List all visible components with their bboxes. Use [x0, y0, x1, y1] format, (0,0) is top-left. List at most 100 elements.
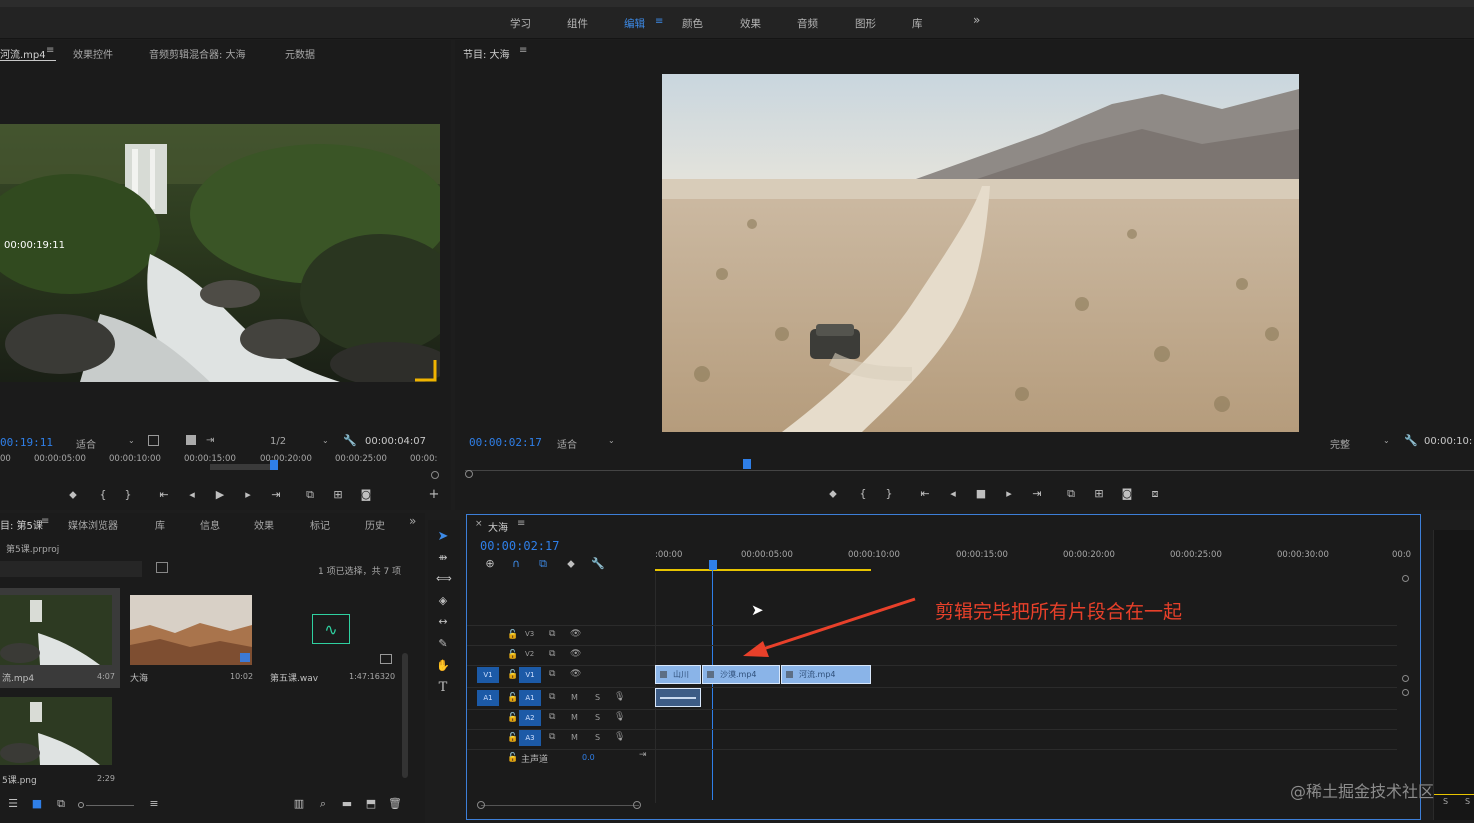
program-title[interactable]: 节目: 大海 — [463, 46, 510, 61]
solo-button[interactable]: S — [1443, 797, 1448, 806]
sync-lock-icon[interactable]: ⧉ — [549, 669, 555, 679]
razor-tool-icon[interactable]: ◈ — [436, 594, 450, 608]
project-item-sea-sequence[interactable]: 大海 10:02 — [128, 594, 254, 688]
microphone-icon[interactable]: 🎙 — [614, 712, 625, 722]
tab-menu-icon[interactable]: ≡ — [41, 516, 49, 527]
tab-effects[interactable]: 效果 — [254, 517, 274, 532]
trash-icon[interactable]: 🗑 — [388, 797, 402, 811]
lock-icon[interactable]: 🔓 — [507, 753, 518, 763]
tab-libraries[interactable]: 库 — [155, 517, 165, 532]
lock-icon[interactable]: 🔓 — [507, 733, 518, 743]
new-bin-from-search-icon[interactable] — [156, 562, 168, 573]
sync-lock-icon[interactable]: ⧉ — [549, 629, 555, 639]
mute-button[interactable]: M — [571, 713, 578, 722]
microphone-icon[interactable]: 🎙 — [614, 692, 625, 702]
tab-markers[interactable]: 标记 — [310, 517, 330, 532]
extract-icon[interactable]: ⊞ — [1092, 487, 1106, 501]
workspace-assembly[interactable]: 组件 — [567, 16, 588, 31]
zoom-handle[interactable] — [477, 801, 485, 809]
chevron-down-icon[interactable]: ⌄ — [608, 436, 615, 445]
program-video-frame[interactable] — [662, 74, 1299, 432]
insert-icon[interactable]: ⇥ — [206, 435, 214, 446]
tab-effect-controls[interactable]: 效果控件 — [73, 46, 113, 61]
clip-audio[interactable] — [655, 688, 701, 707]
zoom-slider-handle[interactable] — [78, 802, 84, 808]
zoom-handle[interactable] — [633, 801, 641, 809]
solo-button[interactable]: S — [595, 693, 600, 702]
lock-icon[interactable]: 🔓 — [507, 630, 518, 640]
workspace-color[interactable]: 颜色 — [682, 16, 703, 31]
tab-history[interactable]: 历史 — [365, 517, 385, 532]
list-view-icon[interactable]: ☰ — [6, 797, 20, 811]
export-frame-icon[interactable]: ◙ — [359, 488, 373, 502]
mark-in-icon[interactable]: { — [856, 487, 870, 501]
comparison-view-icon[interactable]: ⧈ — [1148, 487, 1162, 501]
icon-view-icon[interactable]: ■ — [30, 797, 44, 811]
tab-project[interactable]: 目: 第5课 — [0, 517, 43, 532]
project-item-river[interactable]: 流.mp4 4:07 — [0, 588, 120, 688]
add-marker-icon[interactable]: ⬥ — [826, 487, 840, 501]
more-tabs-icon[interactable]: » — [409, 514, 416, 528]
sync-lock-icon[interactable]: ⧉ — [549, 649, 555, 659]
export-frame-icon[interactable]: ◙ — [1120, 487, 1134, 501]
step-forward-icon[interactable]: ▸ — [241, 488, 255, 502]
play-icon[interactable]: ▶ — [213, 488, 227, 502]
workspace-libraries[interactable]: 库 — [912, 16, 923, 31]
lock-icon[interactable]: 🔓 — [507, 650, 518, 660]
workspace-menu-icon[interactable]: ≡ — [655, 16, 663, 27]
safe-margins-icon[interactable] — [148, 435, 159, 446]
selection-tool-icon[interactable]: ➤ — [436, 530, 450, 544]
mute-button[interactable]: M — [571, 693, 578, 702]
ripple-edit-tool-icon[interactable]: ⟺ — [436, 572, 452, 586]
lock-icon[interactable]: 🔓 — [507, 693, 518, 703]
add-marker-icon[interactable]: ⬥ — [564, 557, 578, 571]
wrench-icon[interactable]: 🔧 — [1404, 434, 1418, 447]
marker-icon[interactable] — [186, 435, 196, 445]
workspace-graphics[interactable]: 图形 — [855, 16, 876, 31]
mark-out-icon[interactable]: } — [121, 488, 135, 502]
lift-icon[interactable]: ⧉ — [1064, 487, 1078, 501]
sequence-tab[interactable]: 大海 — [488, 519, 508, 534]
tab-media-browser[interactable]: 媒体浏览器 — [68, 517, 118, 532]
chevron-down-icon[interactable]: ⌄ — [1383, 436, 1390, 445]
more-workspaces-icon[interactable]: » — [973, 13, 980, 27]
project-item-png[interactable]: 5课.png 2:29 — [0, 697, 120, 787]
clip-mountain[interactable]: 山川 — [655, 665, 701, 684]
track-target-a1[interactable]: A1 — [519, 690, 541, 706]
mark-in-icon[interactable]: { — [96, 488, 110, 502]
scroll-handle[interactable] — [1402, 575, 1409, 582]
workspace-audio[interactable]: 音频 — [797, 16, 818, 31]
solo-button[interactable]: S — [1465, 797, 1470, 806]
eye-icon[interactable]: 👁 — [570, 629, 581, 639]
zoom-handle[interactable] — [465, 470, 473, 478]
workspace-editing[interactable]: 编辑 — [624, 16, 645, 31]
zoom-handle[interactable] — [431, 471, 439, 479]
source-time-ruler[interactable]: 00 00:00:05:00 00:00:10:00 00:00:15:00 0… — [0, 452, 440, 472]
chevron-down-icon[interactable]: ⌄ — [128, 436, 135, 445]
new-item-icon[interactable]: ⬒ — [364, 797, 378, 811]
program-timecode[interactable]: 00:00:02:17 — [469, 436, 542, 449]
track-select-tool-icon[interactable]: ⇻ — [436, 551, 450, 565]
project-item-audio[interactable]: ∿ 第五课.wav 1:47:16320 — [266, 594, 396, 688]
automate-sequence-icon[interactable]: ▥ — [292, 797, 306, 811]
timeline-ruler[interactable]: :00:00 00:00:05:00 00:00:10:00 00:00:15:… — [655, 547, 1411, 573]
scroll-handle[interactable] — [1402, 689, 1409, 696]
workspace-learn[interactable]: 学习 — [510, 16, 531, 31]
eye-icon[interactable]: 👁 — [570, 649, 581, 659]
slip-tool-icon[interactable]: ↔ — [436, 615, 450, 629]
work-area-bar[interactable] — [655, 569, 871, 571]
tab-menu-icon[interactable]: ≡ — [46, 45, 54, 56]
go-to-in-icon[interactable]: ⇤ — [157, 488, 171, 502]
linked-selection-icon[interactable]: ⧉ — [536, 557, 550, 571]
tab-audio-mixer[interactable]: 音频剪辑混合器: 大海 — [149, 46, 246, 61]
resolution-select[interactable]: 1/2 — [270, 436, 286, 447]
mute-button[interactable]: M — [571, 733, 578, 742]
overwrite-icon[interactable]: ⊞ — [331, 488, 345, 502]
hand-tool-icon[interactable]: ✋ — [436, 659, 450, 673]
master-volume[interactable]: 0.0 — [582, 753, 595, 762]
quality-select[interactable]: 完整 — [1330, 436, 1350, 451]
go-to-end-icon[interactable]: ⇥ — [639, 750, 647, 760]
pen-tool-icon[interactable]: ✎ — [436, 637, 450, 651]
clip-river[interactable]: 河流.mp4 — [781, 665, 871, 684]
chevron-down-icon[interactable]: ⌄ — [322, 436, 329, 445]
